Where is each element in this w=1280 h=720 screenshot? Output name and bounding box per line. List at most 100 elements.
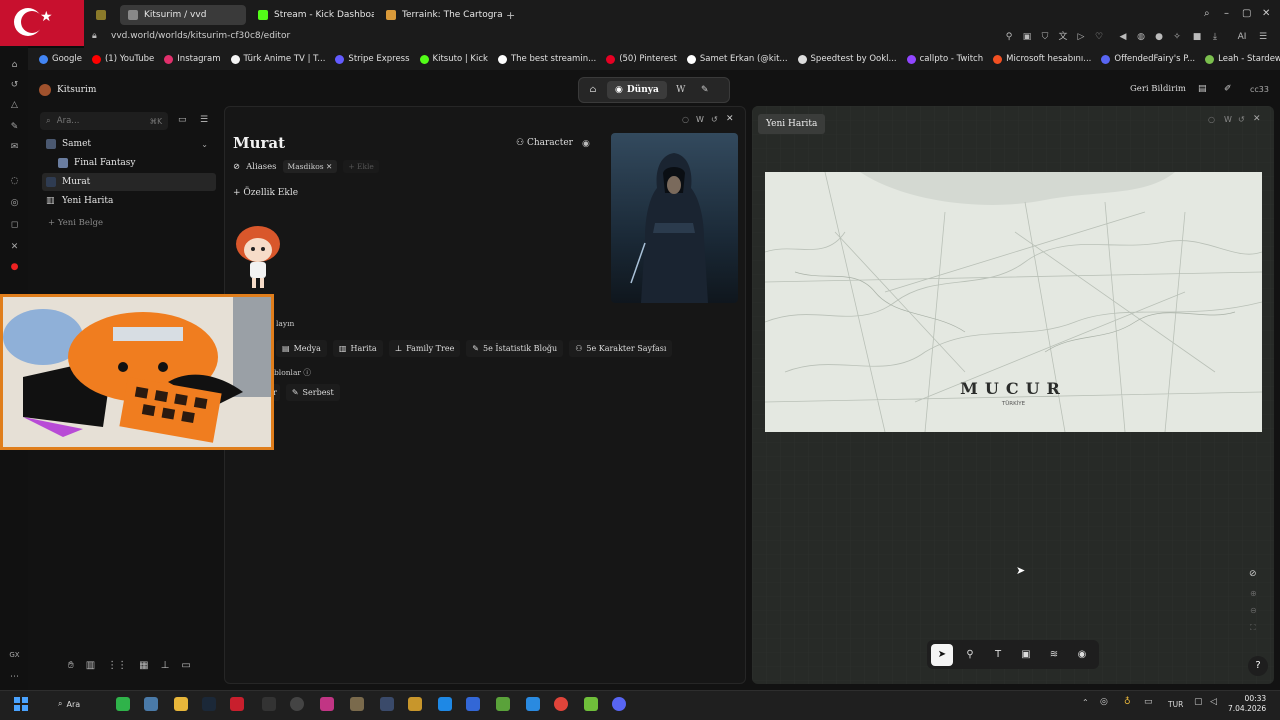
zoom-out-icon[interactable]: ⊖ [1250, 606, 1257, 615]
riot-icon[interactable] [408, 697, 422, 711]
puzzle-icon[interactable]: ✧ [1172, 32, 1182, 42]
close-icon[interactable]: ✕ [1253, 114, 1261, 124]
help-button[interactable]: ? [1248, 656, 1268, 676]
tab-terraink[interactable]: Terraink: The Cartographic [378, 5, 502, 25]
instagram-icon[interactable]: ◻ [9, 220, 20, 231]
opera-gx-icon[interactable] [230, 697, 244, 711]
eye-tool-icon[interactable]: ◉ [1071, 644, 1093, 666]
bookmark-instagram[interactable]: Instagram [159, 54, 225, 64]
gx-icon[interactable]: GX [9, 650, 20, 661]
ai-icon[interactable]: AI [1232, 32, 1252, 42]
mic-icon[interactable]: ♁ [1124, 697, 1131, 707]
mail-icon[interactable]: ✉ [9, 142, 20, 153]
book-icon[interactable]: ▥ [86, 660, 95, 671]
wiki-icon[interactable]: W [1224, 115, 1232, 124]
bookmark-stripe[interactable]: Stripe Express [330, 54, 414, 64]
tree-item-yeni-harita[interactable]: ▥ Yeni Harita [42, 192, 216, 210]
tree-item-final-fantasy[interactable]: Final Fantasy [54, 154, 216, 172]
template-free[interactable]: ✎ Serbest [285, 384, 340, 401]
bookmark-turk-anime[interactable]: Türk Anime TV | T... [226, 54, 331, 64]
volume-icon[interactable]: ◀ [1118, 32, 1128, 42]
bookmark-youtube[interactable]: (1) YouTube [87, 54, 159, 64]
discord-icon[interactable] [612, 697, 626, 711]
edit-nav-icon[interactable]: ✎ [695, 81, 715, 99]
character-portrait[interactable] [611, 133, 738, 303]
notes-icon[interactable]: ✎ [9, 122, 20, 133]
select-tool-icon[interactable]: ➤ [931, 643, 953, 666]
extension-green-icon[interactable]: ● [1154, 32, 1164, 42]
tab-kick-dashboard[interactable]: Stream - Kick Dashboard [250, 5, 374, 25]
app-icon-3[interactable] [380, 697, 394, 711]
tab-pinned[interactable] [88, 5, 114, 25]
heart-icon[interactable]: ♡ [1094, 32, 1104, 42]
x-icon[interactable]: ✕ [9, 242, 20, 253]
brush-icon[interactable]: ✐ [1224, 84, 1232, 94]
pin-tool-icon[interactable]: ⚲ [959, 644, 981, 666]
more-icon[interactable]: ⋯ [9, 672, 20, 683]
app-icon-2[interactable] [350, 697, 364, 711]
search-input[interactable]: ⌕ Ara... ⌘K [40, 112, 168, 130]
history-icon[interactable]: ↺ [9, 80, 20, 91]
xbox-icon[interactable] [116, 697, 130, 711]
filter-icon[interactable]: ☰ [200, 115, 208, 125]
tab-world[interactable]: ◉ Dünya [607, 81, 667, 99]
screenshot-icon[interactable]: ▣ [1022, 32, 1032, 42]
document-title[interactable]: Murat [233, 134, 285, 152]
bookmark-kick[interactable]: Kitsuto | Kick [415, 54, 493, 64]
folder-icon[interactable] [174, 697, 188, 711]
pin-icon[interactable]: ⚲ [1004, 32, 1014, 42]
bookmark-microsoft[interactable]: Microsoft hesabını... [988, 54, 1096, 64]
app-icon-6[interactable] [584, 697, 598, 711]
speaker-icon[interactable]: ◁ [1210, 697, 1217, 707]
hand-icon[interactable]: ✋︎ [68, 660, 74, 671]
minimize-icon[interactable]: – [1224, 8, 1229, 19]
template-media[interactable]: ▤ Medya [276, 340, 327, 357]
clock[interactable]: 00:33 7.04.2026 [1228, 694, 1266, 714]
download-icon[interactable]: ⤓ [1210, 32, 1220, 42]
bookmark-stardew[interactable]: Leah - Stardew Va... [1200, 54, 1280, 64]
app-icon[interactable] [262, 697, 276, 711]
profile-icon[interactable]: ■ [1192, 32, 1202, 42]
home-icon[interactable]: ⌂ [9, 60, 20, 71]
bookmark-twitch[interactable]: callpto - Twitch [902, 54, 989, 64]
translate-icon[interactable]: 文 [1058, 32, 1068, 42]
keyboard-icon[interactable]: ▭ [1144, 697, 1153, 707]
template-character-sheet[interactable]: ⚇ 5e Karakter Sayfası [569, 340, 673, 357]
close-icon[interactable]: ✕ [726, 114, 734, 124]
bookmark-pinterest[interactable]: (50) Pinterest [601, 54, 682, 64]
home-nav-icon[interactable]: ⌂ [583, 81, 603, 99]
template-family-tree[interactable]: ⊥ Family Tree [388, 340, 461, 357]
add-alias-button[interactable]: + Ekle [343, 160, 379, 173]
chevron-down-icon[interactable]: ⌄ [201, 140, 208, 149]
image-tool-icon[interactable]: ▣ [1015, 644, 1037, 666]
bookmark-offendedfairy[interactable]: OffendedFairy's P... [1096, 54, 1200, 64]
whatsapp-icon[interactable]: ◎ [9, 198, 20, 209]
feedback-button[interactable]: Geri Bildirim [1130, 84, 1186, 94]
fullscreen-icon[interactable]: ⛶ [1250, 623, 1256, 633]
taskbar-search[interactable]: ⌕ Ara [58, 699, 80, 709]
wiki-icon[interactable]: W [696, 115, 704, 124]
app-icon-4[interactable] [438, 697, 452, 711]
history-icon[interactable]: ↺ [711, 115, 718, 124]
circle-icon[interactable]: ○ [682, 115, 689, 124]
alias-chip[interactable]: Masdikos ✕ [282, 160, 338, 173]
folder-icon[interactable]: ▭ [178, 115, 187, 125]
map-title-tab[interactable]: Yeni Harita [758, 114, 826, 134]
map-image[interactable]: MUCUR TÜRKİYE [765, 172, 1262, 432]
photos-icon[interactable] [526, 697, 540, 711]
new-document-button[interactable]: + Yeni Belge [48, 218, 103, 228]
obs-icon[interactable] [290, 697, 304, 711]
add-property-button[interactable]: + Özellik Ekle [233, 188, 298, 198]
bookmark-google[interactable]: Google [34, 54, 87, 64]
bookmark-streaming[interactable]: The best streamin... [493, 54, 601, 64]
explorer-icon[interactable] [144, 697, 158, 711]
grid-icon[interactable]: ⋮⋮ [107, 660, 127, 671]
tag-icon[interactable]: ⊘ [1249, 569, 1257, 579]
wiki-nav-icon[interactable]: W [671, 81, 691, 99]
new-tab-icon[interactable]: + [506, 9, 515, 22]
instagram-icon[interactable] [320, 697, 334, 711]
tree-item-murat[interactable]: Murat [42, 173, 216, 191]
valorant-icon[interactable] [554, 697, 568, 711]
tab-kitsurim[interactable]: Kitsurim / vvd [120, 5, 246, 25]
hierarchy-icon[interactable]: ⊥ [161, 660, 170, 671]
